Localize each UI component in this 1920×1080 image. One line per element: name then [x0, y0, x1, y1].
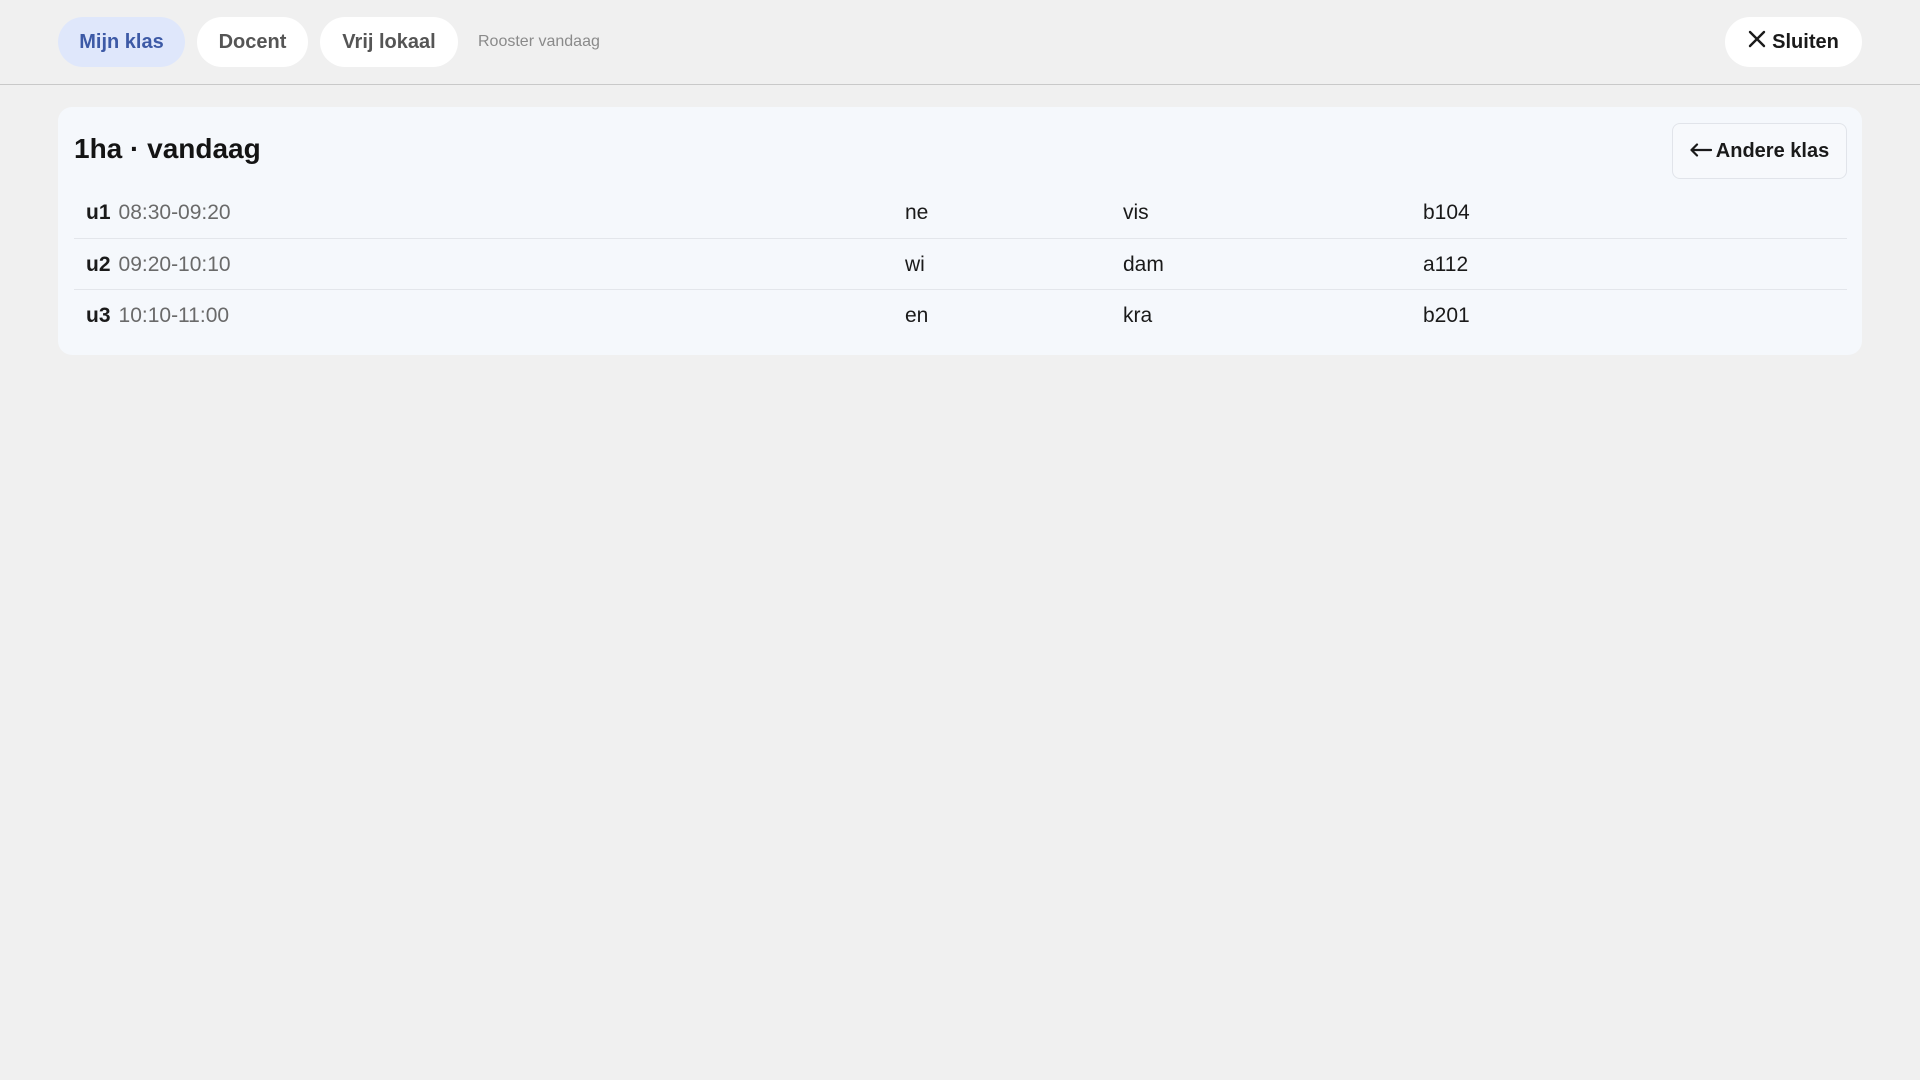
schedule-list: u1 08:30-09:20 ne vis b104 u2 09:20-10:1… [74, 187, 1847, 340]
tab-vrij-lokaal[interactable]: Vrij lokaal [320, 17, 458, 67]
arrow-left-icon [1690, 140, 1712, 163]
room-cell: a112 [1423, 252, 1469, 276]
subject-cell: en [905, 303, 929, 327]
schedule-row: u1 08:30-09:20 ne vis b104 [74, 187, 1847, 238]
period-label: u1 [86, 200, 111, 224]
period-cell: u3 10:10-11:00 [86, 290, 229, 341]
period-time: 09:20-10:10 [118, 252, 231, 276]
period-label: u3 [86, 303, 111, 327]
page-subtitle: Rooster vandaag [478, 33, 600, 50]
tab-mijn-klas[interactable]: Mijn klas [58, 17, 185, 67]
teacher-cell: dam [1123, 252, 1164, 276]
tab-label: Vrij lokaal [342, 30, 436, 53]
period-label: u2 [86, 252, 111, 276]
subject-cell: wi [905, 252, 925, 276]
period-time: 08:30-09:20 [118, 200, 231, 224]
room-cell: b104 [1423, 200, 1470, 224]
top-bar: Mijn klas Docent Vrij lokaal Rooster van… [0, 0, 1920, 85]
schedule-card: 1ha · vandaag Andere klas u1 08:30-09:20… [58, 107, 1862, 355]
period-time: 10:10-11:00 [118, 303, 230, 327]
other-class-label: Andere klas [1715, 139, 1830, 162]
card-title: 1ha · vandaag [74, 133, 261, 164]
period-cell: u2 09:20-10:10 [86, 239, 231, 290]
tab-label: Docent [218, 30, 287, 53]
room-cell: b201 [1423, 303, 1470, 327]
close-label: Sluiten [1772, 30, 1839, 53]
teacher-cell: vis [1123, 200, 1149, 224]
tab-docent[interactable]: Docent [197, 17, 308, 67]
schedule-row: u3 10:10-11:00 en kra b201 [74, 289, 1847, 340]
period-cell: u1 08:30-09:20 [86, 187, 231, 238]
schedule-row: u2 09:20-10:10 wi dam a112 [74, 238, 1847, 289]
close-button[interactable]: Sluiten [1725, 17, 1862, 67]
tab-label: Mijn klas [79, 30, 164, 53]
other-class-button[interactable]: Andere klas [1672, 123, 1847, 179]
teacher-cell: kra [1123, 303, 1153, 327]
close-icon [1748, 30, 1766, 54]
subject-cell: ne [905, 200, 929, 224]
